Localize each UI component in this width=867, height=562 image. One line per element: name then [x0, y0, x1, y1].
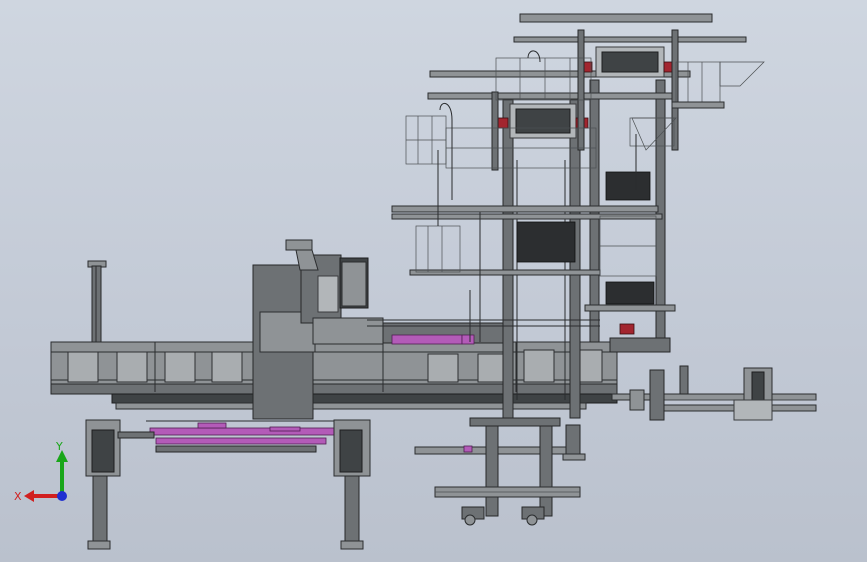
right-conveyor[interactable] — [609, 323, 817, 421]
machine-assembly-drawing[interactable] — [0, 0, 867, 562]
y-axis-label: Y — [55, 440, 63, 453]
left-foot-leg[interactable] — [85, 419, 155, 550]
safety-railing-upper — [405, 50, 765, 277]
z-axis-dot — [57, 491, 67, 501]
x-axis-label: X — [14, 490, 22, 503]
machine-bed[interactable] — [50, 341, 618, 410]
coordinate-axis-triad: Y X — [14, 440, 68, 503]
center-lower-support[interactable] — [414, 417, 586, 526]
x-axis-arrowhead — [24, 490, 34, 502]
right-foot-leg[interactable] — [333, 419, 371, 550]
cad-viewport[interactable]: Y X — [0, 0, 867, 562]
left-support-column[interactable] — [87, 260, 107, 343]
